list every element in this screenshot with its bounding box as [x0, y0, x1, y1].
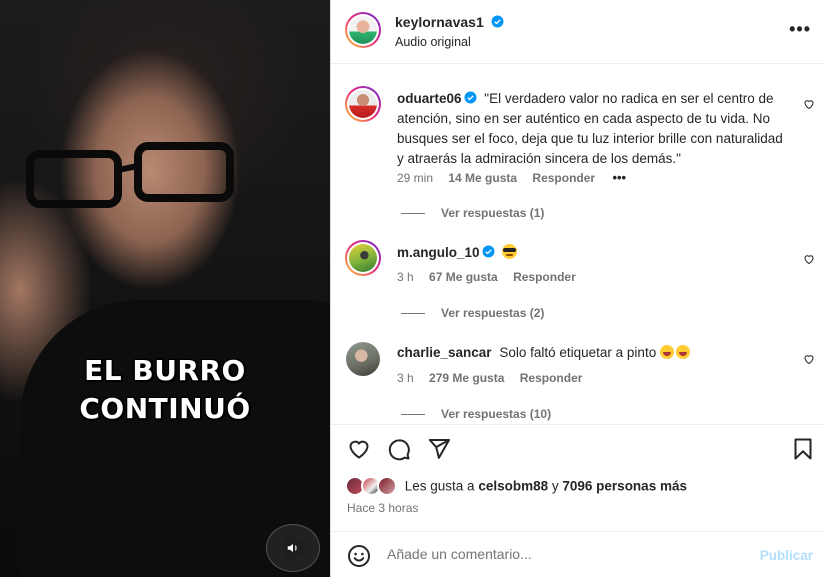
- video-caption-line-1: EL BURRO: [84, 354, 246, 387]
- view-replies-label[interactable]: Ver respuestas (2): [441, 306, 544, 320]
- view-replies-label[interactable]: Ver respuestas (10): [441, 407, 551, 421]
- commenter-avatar[interactable]: [345, 240, 381, 276]
- sunglasses-emoji-icon: [502, 244, 518, 259]
- replies-divider: [401, 213, 425, 215]
- emoji-icon[interactable]: [347, 544, 371, 568]
- comment-time: 3 h: [397, 371, 414, 385]
- comment-meta: 3 h 67 Me gusta Responder: [397, 270, 588, 284]
- verified-icon: [464, 91, 476, 104]
- comment-item: m.angulo_10 3 h 67 Me gusta Responder Ve…: [331, 240, 824, 320]
- comment-reply-button[interactable]: Responder: [532, 171, 595, 185]
- verified-icon: [482, 245, 494, 258]
- likes-others[interactable]: 7096 personas más: [562, 479, 687, 494]
- likes-username[interactable]: celsobm88: [478, 479, 548, 494]
- post-header: keylornavas1 Audio original •••: [331, 0, 824, 64]
- comment-item: charlie_sancar Solo faltó etiquetar a pi…: [331, 340, 824, 421]
- author-avatar[interactable]: [345, 12, 381, 48]
- comment-text-block: oduarte06 "El verdadero valor no radica …: [397, 89, 787, 169]
- commenter-avatar[interactable]: [346, 342, 380, 376]
- comment-text-block: m.angulo_10: [397, 243, 787, 263]
- comment-meta: 3 h 279 Me gusta Responder: [397, 371, 594, 385]
- likes-prefix: Les gusta a: [404, 478, 479, 494]
- video-subject-glasses: [26, 142, 234, 208]
- comment-likes[interactable]: 67 Me gusta: [429, 270, 498, 284]
- comment-item: oduarte06 "El verdadero valor no radica …: [331, 86, 824, 226]
- view-replies-button[interactable]: Ver respuestas (1): [401, 206, 544, 220]
- author-username-text[interactable]: keylornavas1: [395, 14, 484, 30]
- share-icon[interactable]: [427, 437, 451, 461]
- comment-time: 29 min: [397, 171, 434, 185]
- post-timestamp[interactable]: Hace 3 horas: [347, 501, 418, 515]
- comment-username-text[interactable]: m.angulo_10: [397, 245, 480, 260]
- comment-icon[interactable]: [387, 437, 411, 461]
- comment-more-icon[interactable]: •••: [612, 170, 626, 185]
- add-comment-bar: Publicar: [331, 531, 824, 577]
- more-options-icon[interactable]: •••: [789, 20, 811, 38]
- comment-username[interactable]: charlie_sancar: [397, 345, 492, 360]
- laughing-emoji-icon: [675, 345, 690, 359]
- comment-meta: 29 min 14 Me gusta Responder •••: [397, 170, 638, 185]
- comment-username[interactable]: oduarte06: [397, 91, 477, 106]
- likes-summary[interactable]: Les gusta a celsobm88 y 7096 personas má…: [345, 476, 687, 498]
- liker-avatars[interactable]: [345, 476, 397, 496]
- comment-likes[interactable]: 279 Me gusta: [429, 371, 504, 385]
- reel-video[interactable]: EL BURRO CONTINUÓ: [0, 0, 330, 577]
- comment-reply-button[interactable]: Responder: [513, 270, 576, 284]
- laughing-emoji-icon: [659, 345, 674, 359]
- replies-divider: [401, 313, 425, 315]
- video-caption: EL BURRO CONTINUÓ: [0, 352, 330, 428]
- comment-like-icon[interactable]: [803, 353, 815, 365]
- comment-likes[interactable]: 14 Me gusta: [448, 171, 517, 185]
- save-icon[interactable]: [791, 437, 815, 461]
- likes-text: Les gusta a celsobm88 y 7096 personas má…: [405, 479, 687, 494]
- commenter-avatar[interactable]: [345, 86, 381, 122]
- sound-toggle-button[interactable]: [266, 524, 320, 572]
- comment-input[interactable]: [387, 546, 747, 562]
- video-caption-line-2: CONTINUÓ: [79, 392, 251, 425]
- audio-label[interactable]: Audio original: [395, 35, 471, 49]
- replies-divider: [401, 414, 425, 416]
- comment-body: Solo faltó etiquetar a pinto: [499, 345, 657, 360]
- comment-username-text[interactable]: oduarte06: [397, 91, 462, 106]
- view-replies-button[interactable]: Ver respuestas (10): [401, 407, 551, 421]
- verified-icon: [491, 15, 504, 28]
- like-icon[interactable]: [347, 437, 371, 461]
- comment-time: 3 h: [397, 270, 414, 284]
- post-actions-bar: [331, 424, 824, 470]
- comment-like-icon[interactable]: [803, 98, 815, 110]
- view-replies-button[interactable]: Ver respuestas (2): [401, 306, 544, 320]
- author-username[interactable]: keylornavas1: [395, 14, 504, 30]
- sound-icon: [282, 537, 304, 559]
- comment-username[interactable]: m.angulo_10: [397, 245, 495, 260]
- comment-reply-button[interactable]: Responder: [520, 371, 583, 385]
- comment-text-block: charlie_sancar Solo faltó etiquetar a pi…: [397, 343, 787, 363]
- comments-list[interactable]: oduarte06 "El verdadero valor no radica …: [331, 64, 824, 424]
- publish-button[interactable]: Publicar: [760, 548, 813, 563]
- likes-middle: y: [548, 478, 563, 494]
- liker-avatar: [377, 476, 397, 496]
- view-replies-label[interactable]: Ver respuestas (1): [441, 206, 544, 220]
- comment-like-icon[interactable]: [803, 253, 815, 265]
- post-panel: keylornavas1 Audio original ••• oduarte0…: [330, 0, 824, 577]
